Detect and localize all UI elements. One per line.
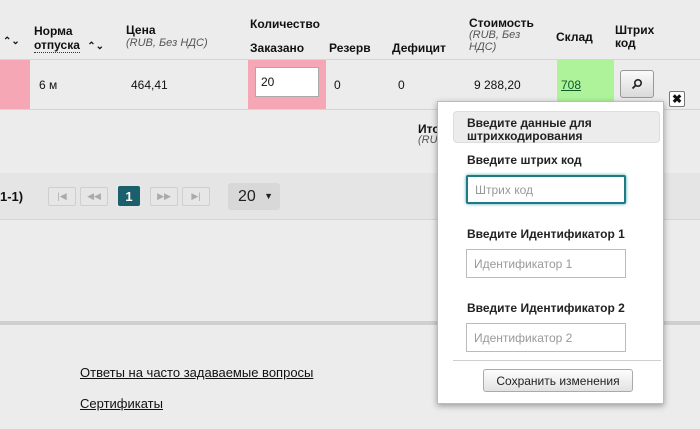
cell-norm: 6 м: [39, 78, 58, 92]
header-barcode: Штрих код: [615, 24, 654, 50]
header-deficit: Дефицит: [392, 41, 446, 55]
popup-divider: [453, 360, 661, 361]
identifier1-input[interactable]: [466, 249, 626, 278]
header-price-sub: (RUB, Без НДС): [126, 37, 208, 49]
current-page[interactable]: 1: [118, 186, 140, 206]
row-status-cell: [0, 60, 30, 109]
header-norm-line1: Норма: [34, 24, 73, 38]
header-norm-line2: отпуска: [34, 38, 80, 53]
header-cost-label: Стоимость: [469, 16, 534, 30]
stock-link[interactable]: 708: [561, 78, 581, 92]
identifier2-label: Введите Идентификатор 2: [467, 301, 625, 315]
first-page-button[interactable]: |◀: [48, 187, 76, 206]
header-cost-sub2: НДС): [469, 41, 497, 53]
cell-deficit: 0: [398, 78, 405, 92]
total-sub: (RU: [418, 134, 438, 146]
popup-title: Введите данные для штрихкодирования: [453, 111, 660, 143]
page-size-value: 20: [238, 187, 256, 205]
cell-price: 464,41: [131, 78, 168, 92]
header-reserve: Резерв: [329, 41, 371, 55]
cell-reserve: 0: [334, 78, 341, 92]
faq-link[interactable]: Ответы на часто задаваемые вопросы: [80, 365, 313, 380]
page-size-select[interactable]: 20 ▼: [228, 183, 280, 210]
next-page-button[interactable]: ▶▶: [150, 187, 178, 206]
certificates-link[interactable]: Сертификаты: [80, 396, 163, 411]
header-cost-sub1: (RUB, Без: [469, 29, 521, 41]
ordered-quantity-input[interactable]: [255, 67, 319, 97]
barcode-popup: Введите данные для штрихкодирования Введ…: [437, 101, 664, 404]
prev-page-button[interactable]: ◀◀: [80, 187, 108, 206]
header-price: Цена (RUB, Без НДС): [126, 24, 208, 50]
header-cost: Стоимость (RUB, Без НДС): [469, 17, 534, 53]
barcode-input[interactable]: [466, 175, 626, 204]
close-icon[interactable]: ✖: [669, 91, 685, 107]
header-price-label: Цена: [126, 23, 156, 37]
save-changes-button[interactable]: Сохранить изменения: [483, 369, 633, 392]
header-barcode-line2: код: [615, 36, 636, 50]
identifier2-input[interactable]: [466, 323, 626, 352]
sort-icon[interactable]: ⌃⌄: [3, 36, 20, 47]
barcode-label: Введите штрих код: [467, 153, 582, 167]
cell-cost: 9 288,20: [474, 78, 521, 92]
pagination-range: 1-1): [0, 189, 24, 204]
header-ordered: Заказано: [250, 41, 305, 55]
header-quantity: Количество: [250, 17, 320, 31]
barcode-search-button[interactable]: [620, 70, 654, 98]
chevron-down-icon: ▼: [264, 191, 273, 201]
identifier1-label: Введите Идентификатор 1: [467, 227, 625, 241]
last-page-button[interactable]: ▶|: [182, 187, 210, 206]
search-icon: [631, 78, 643, 90]
header-stock: Склад: [556, 30, 593, 44]
sort-icon[interactable]: ⌃⌄: [87, 41, 104, 52]
header-norm[interactable]: Норма отпуска ⌃⌄: [34, 24, 104, 54]
